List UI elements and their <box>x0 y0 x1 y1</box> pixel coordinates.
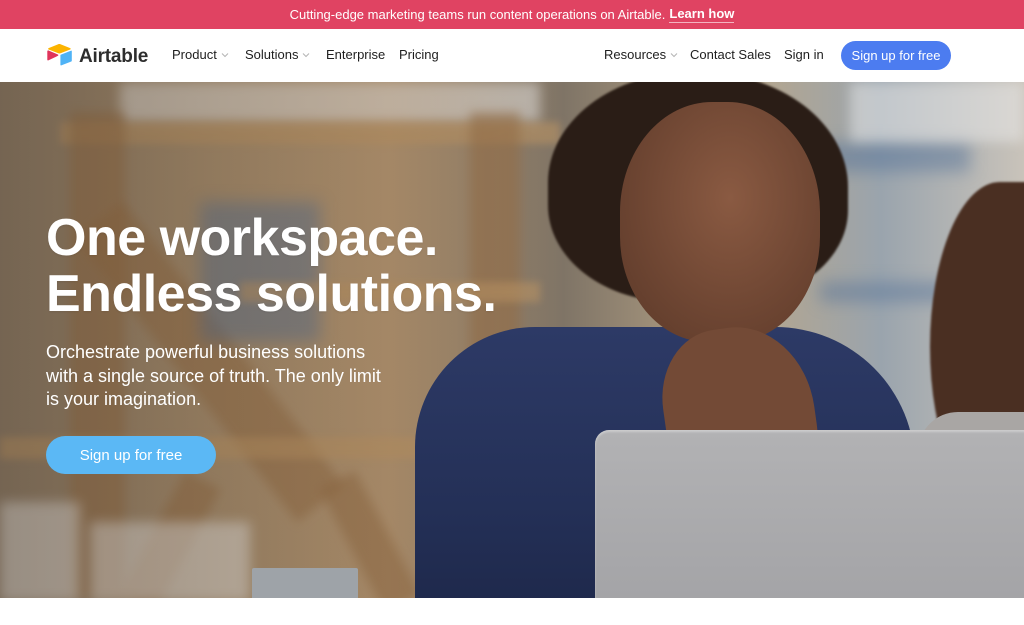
background-mug <box>252 568 358 598</box>
nav-item-sign-in[interactable]: Sign in <box>784 47 824 62</box>
hero-title: One workspace. Endless solutions. <box>46 209 497 323</box>
announcement-banner: Cutting-edge marketing teams run content… <box>0 0 1024 29</box>
nav-item-resources[interactable]: Resources <box>604 47 678 62</box>
hero-subtitle: Orchestrate powerful business solutions … <box>46 342 381 409</box>
nav-item-label: Sign in <box>784 47 824 62</box>
banner-text: Cutting-edge marketing teams run content… <box>289 7 666 22</box>
nav-item-label: Enterprise <box>326 47 386 62</box>
hero-sign-up-button[interactable]: Sign up for free <box>46 436 216 474</box>
nav-item-product[interactable]: Product <box>172 47 229 62</box>
nav-item-solutions[interactable]: Solutions <box>245 47 310 62</box>
airtable-logo[interactable]: Airtable <box>46 43 148 71</box>
logo-wordmark: Airtable <box>79 46 149 67</box>
page-content-below-hero <box>0 598 1024 625</box>
chevron-down-icon <box>221 51 229 59</box>
nav-item-label: Resources <box>604 47 667 62</box>
hero-section: One workspace. Endless solutions. Orches… <box>0 82 1024 598</box>
nav-item-label: Pricing <box>399 47 439 62</box>
hero-title-line: One workspace. <box>46 209 438 267</box>
nav-item-label: Solutions <box>245 47 299 62</box>
nav-item-enterprise[interactable]: Enterprise <box>326 47 385 62</box>
laptop <box>595 430 1024 598</box>
chevron-down-icon <box>302 51 310 59</box>
nav-item-contact-sales[interactable]: Contact Sales <box>690 47 771 62</box>
learn-how-link[interactable]: Learn how <box>669 6 735 23</box>
nav-item-label: Contact Sales <box>690 47 771 62</box>
chevron-down-icon <box>670 51 678 59</box>
top-navigation: Airtable Product Solutions Enterprise Pr… <box>0 29 1024 82</box>
airtable-logo-icon <box>46 43 73 71</box>
person-face <box>620 102 820 342</box>
hero-title-line: Endless solutions. <box>46 265 497 323</box>
nav-sign-up-button[interactable]: Sign up for free <box>841 41 951 70</box>
background-window <box>850 82 1024 142</box>
nav-item-label: Product <box>172 47 217 62</box>
nav-item-pricing[interactable]: Pricing <box>399 47 439 62</box>
